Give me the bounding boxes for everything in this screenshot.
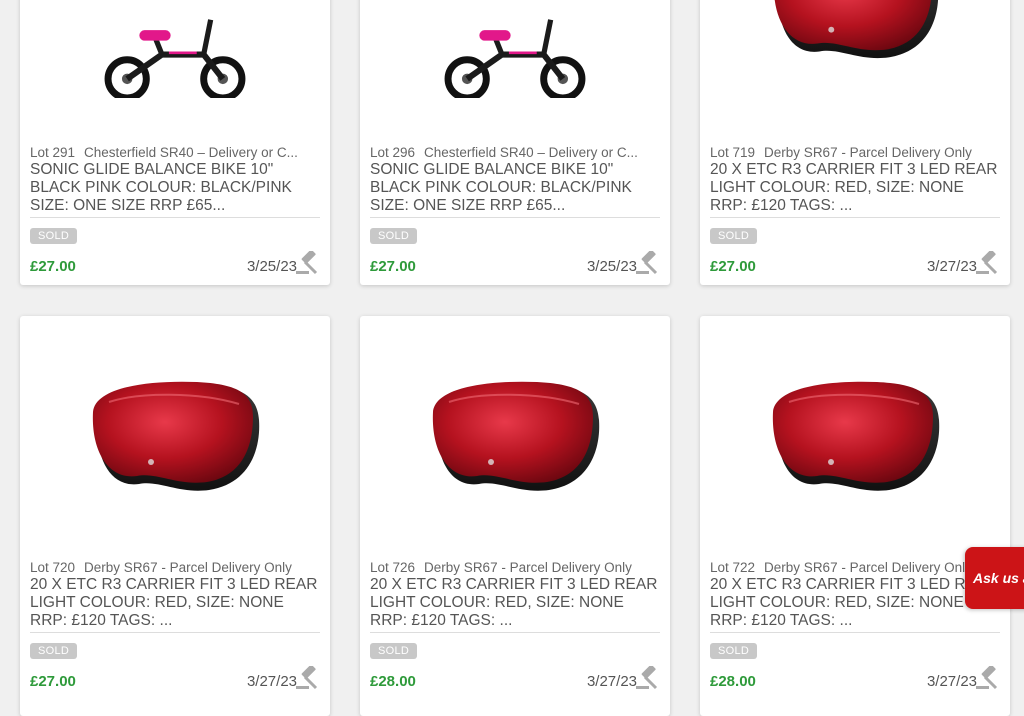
lot-card[interactable]: Lot 720 Derby SR67 - Parcel Delivery Only… <box>20 316 330 716</box>
lot-meta: Lot 719 Derby SR67 - Parcel Delivery Only <box>710 145 1000 160</box>
lot-card[interactable]: Lot 722 Derby SR67 - Parcel Delivery Only… <box>700 316 1010 716</box>
lot-title[interactable]: 20 X ETC R3 CARRIER FIT 3 LED REAR LIGHT… <box>710 576 1000 630</box>
lot-meta: Lot 726 Derby SR67 - Parcel Delivery Only <box>370 560 660 575</box>
lot-date: 3/25/23 <box>246 258 297 275</box>
lot-date: 3/27/23 <box>246 673 297 690</box>
lot-date: 3/27/23 <box>926 258 977 275</box>
lot-image-rear-light[interactable] <box>700 0 1010 133</box>
chat-tab-label[interactable]: Ask us a <box>973 570 1024 586</box>
lot-meta: Lot 291 Chesterfield SR40 – Delivery or C… <box>30 145 320 160</box>
lot-image-balance-bike[interactable] <box>20 0 330 133</box>
gavel-icon <box>976 666 998 690</box>
sold-badge: SOLD <box>370 643 418 659</box>
lot-title[interactable]: SONIC GLIDE BALANCE BIKE 10" BLACK PINK … <box>370 161 660 215</box>
sold-badge: SOLD <box>30 643 78 659</box>
lot-meta: Lot 296 Chesterfield SR40 – Delivery or C… <box>370 145 660 160</box>
ask-us-chat-tab[interactable]: Ask us a <box>965 547 1024 609</box>
gavel-icon <box>296 666 318 690</box>
divider <box>370 632 660 633</box>
lot-card[interactable]: Lot 291 Chesterfield SR40 – Delivery or C… <box>20 0 330 285</box>
lot-price: £27.00 <box>710 258 756 275</box>
sold-badge: SOLD <box>710 228 758 244</box>
divider <box>30 632 320 633</box>
lot-image-rear-light[interactable] <box>20 316 330 554</box>
lot-number: Lot 726 <box>370 560 416 575</box>
sold-badge: SOLD <box>710 643 758 659</box>
lot-price: £27.00 <box>30 258 76 275</box>
lot-image-balance-bike[interactable] <box>360 0 670 133</box>
lot-location: Derby SR67 - Parcel Delivery Only <box>764 145 972 160</box>
lot-title[interactable]: SONIC GLIDE BALANCE BIKE 10" BLACK PINK … <box>30 161 320 215</box>
divider <box>370 217 660 218</box>
lot-number: Lot 291 <box>30 145 76 160</box>
gavel-icon <box>636 666 658 690</box>
lot-number: Lot 719 <box>710 145 756 160</box>
divider <box>710 217 1000 218</box>
lot-title[interactable]: 20 X ETC R3 CARRIER FIT 3 LED REAR LIGHT… <box>370 576 660 630</box>
lot-location: Chesterfield SR40 – Delivery or C... <box>424 145 638 160</box>
lot-location: Derby SR67 - Parcel Delivery Only <box>424 560 632 575</box>
lot-price: £27.00 <box>370 258 416 275</box>
gavel-icon <box>636 251 658 275</box>
lot-meta: Lot 720 Derby SR67 - Parcel Delivery Only <box>30 560 320 575</box>
lot-image-rear-light[interactable] <box>700 316 1010 554</box>
lot-price: £28.00 <box>710 673 756 690</box>
lot-date: 3/25/23 <box>586 258 637 275</box>
lot-location: Derby SR67 - Parcel Delivery Only <box>764 560 972 575</box>
lot-location: Chesterfield SR40 – Delivery or C... <box>84 145 298 160</box>
lot-title[interactable]: 20 X ETC R3 CARRIER FIT 3 LED REAR LIGHT… <box>710 161 1000 215</box>
sold-badge: SOLD <box>30 228 78 244</box>
lot-date: 3/27/23 <box>926 673 977 690</box>
divider <box>710 632 1000 633</box>
divider <box>30 217 320 218</box>
lot-card[interactable]: Lot 726 Derby SR67 - Parcel Delivery Only… <box>360 316 670 716</box>
lot-location: Derby SR67 - Parcel Delivery Only <box>84 560 292 575</box>
lot-price: £28.00 <box>370 673 416 690</box>
lot-card[interactable]: Lot 296 Chesterfield SR40 – Delivery or C… <box>360 0 670 285</box>
gavel-icon <box>976 251 998 275</box>
lot-image-rear-light[interactable] <box>360 316 670 554</box>
lot-date: 3/27/23 <box>586 673 637 690</box>
sold-badge: SOLD <box>370 228 418 244</box>
lot-number: Lot 720 <box>30 560 76 575</box>
gavel-icon <box>296 251 318 275</box>
lot-price: £27.00 <box>30 673 76 690</box>
lot-number: Lot 722 <box>710 560 756 575</box>
lot-meta: Lot 722 Derby SR67 - Parcel Delivery Only <box>710 560 1000 575</box>
lot-number: Lot 296 <box>370 145 416 160</box>
lot-title[interactable]: 20 X ETC R3 CARRIER FIT 3 LED REAR LIGHT… <box>30 576 320 630</box>
lot-card[interactable]: Lot 719 Derby SR67 - Parcel Delivery Only… <box>700 0 1010 285</box>
